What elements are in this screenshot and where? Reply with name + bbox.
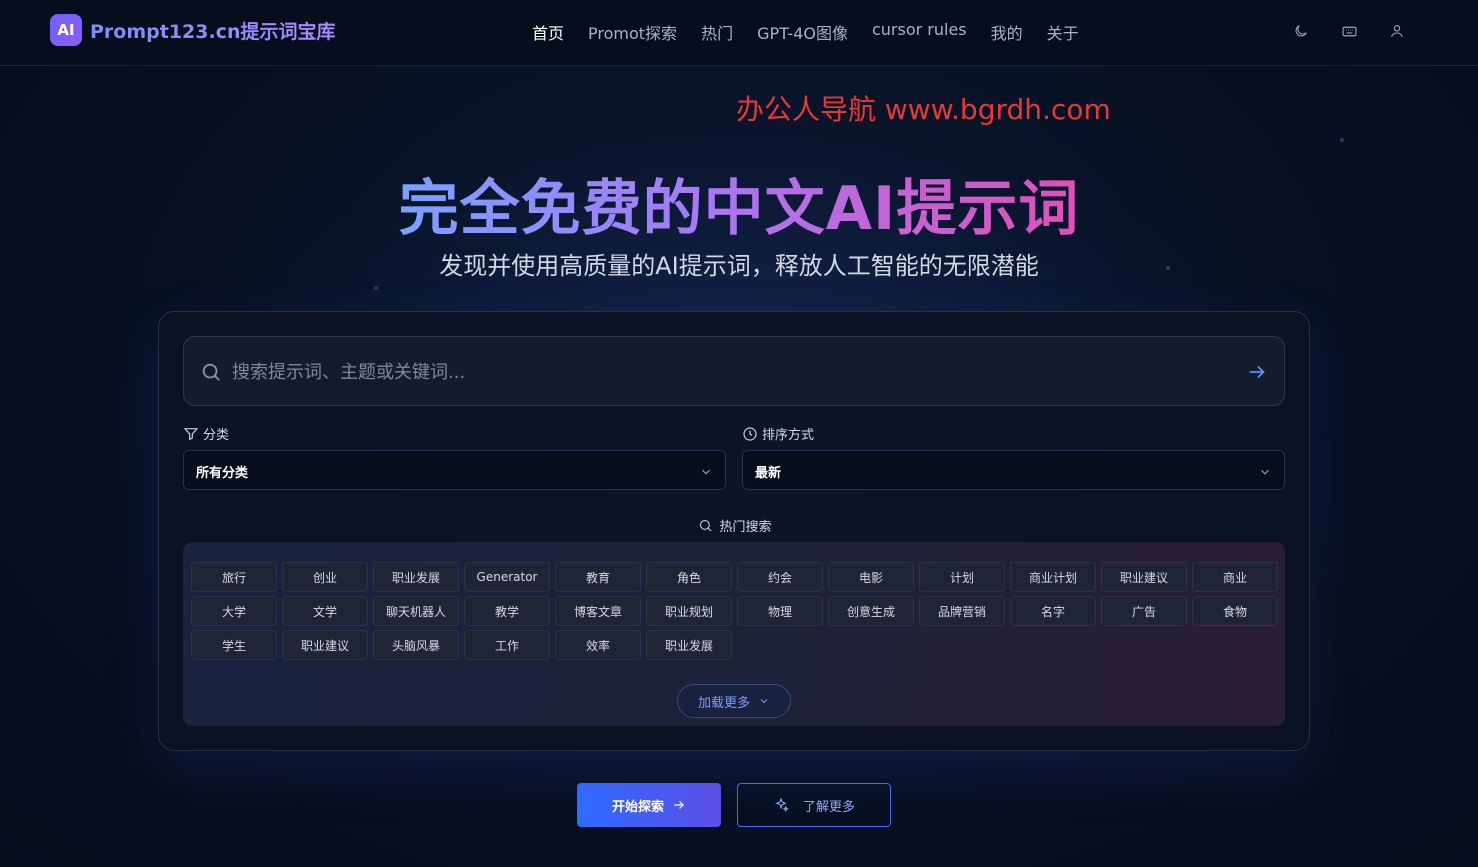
hot-tag[interactable]: 广告 (1101, 596, 1187, 626)
clock-icon (743, 426, 757, 441)
learn-more-label: 了解更多 (802, 799, 855, 815)
hot-tag[interactable]: 商业 (1192, 562, 1278, 592)
search-icon (700, 519, 713, 532)
category-label-text: 分类 (203, 428, 230, 443)
watermark-text: 办公人导航 www.bgrdh.com (736, 93, 1111, 126)
nav-home[interactable]: 首页 (532, 20, 564, 44)
hot-tag[interactable]: 计划 (919, 562, 1005, 592)
search-input[interactable] (232, 357, 1212, 387)
hot-tag[interactable]: 大学 (191, 596, 277, 626)
background-dot (374, 286, 378, 290)
nav-explore[interactable]: Promot探索 (588, 20, 677, 44)
hot-tag[interactable]: 职业建议 (282, 630, 368, 660)
hot-tag[interactable]: 食物 (1192, 596, 1278, 626)
background-dot (1340, 138, 1344, 142)
sparkles-icon (775, 797, 789, 813)
site-logo[interactable]: AI Prompt123.cn提示词宝库 (50, 14, 336, 46)
hot-tag[interactable]: 创意生成 (828, 596, 914, 626)
hot-tag[interactable]: 职业规划 (646, 596, 732, 626)
load-more-label: 加载更多 (697, 695, 750, 711)
hot-tag[interactable]: 物理 (737, 596, 823, 626)
hot-tag[interactable]: 名字 (1010, 596, 1096, 626)
start-explore-label: 开始探索 (611, 799, 664, 815)
hot-search-title: 热门搜索 (159, 516, 1311, 535)
search-icon (200, 361, 222, 387)
hot-tag[interactable]: 职业发展 (646, 630, 732, 660)
hot-tag[interactable]: 学生 (191, 630, 277, 660)
hot-tag[interactable]: 商业计划 (1010, 562, 1096, 592)
hot-tag[interactable]: 工作 (464, 630, 550, 660)
hot-tag[interactable]: 角色 (646, 562, 732, 592)
user-icon[interactable] (1386, 20, 1408, 42)
hero-title-text: 完全免费的中文AI提示词 (398, 174, 1080, 244)
category-filter-label: 分类 (183, 424, 229, 443)
sort-select[interactable]: 最新 (742, 450, 1285, 490)
sort-select-value: 最新 (755, 466, 782, 481)
nav-gpt4o-image[interactable]: GPT-4O图像 (757, 20, 848, 44)
hot-tag[interactable]: 博客文章 (555, 596, 641, 626)
category-select[interactable]: 所有分类 (183, 450, 726, 490)
hero-subtitle: 发现并使用高质量的AI提示词，释放人工智能的无限潜能 (439, 252, 1039, 280)
filter-icon (183, 427, 199, 440)
hot-tag[interactable]: 聊天机器人 (373, 596, 459, 626)
chevron-down-icon (699, 464, 713, 483)
hot-tag[interactable]: 旅行 (191, 562, 277, 592)
logo-badge: AI (50, 14, 82, 46)
hot-tag[interactable]: 电影 (828, 562, 914, 592)
start-explore-button[interactable]: 开始探索 (577, 783, 721, 827)
header-actions (1290, 20, 1434, 42)
nav-about[interactable]: 关于 (1047, 20, 1079, 44)
load-more-button[interactable]: 加载更多 (677, 684, 791, 718)
sort-label-text: 排序方式 (762, 428, 815, 443)
hot-tag[interactable]: 头脑风暴 (373, 630, 459, 660)
nav-mine[interactable]: 我的 (991, 20, 1023, 44)
hot-tag[interactable]: 创业 (282, 562, 368, 592)
hot-tag[interactable]: 职业建议 (1101, 562, 1187, 592)
top-navbar: AI Prompt123.cn提示词宝库 首页 Promot探索 热门 GPT-… (0, 0, 1478, 66)
hot-tag[interactable]: 品牌营销 (919, 596, 1005, 626)
arrow-right-icon (674, 801, 684, 809)
main-nav: 首页 Promot探索 热门 GPT-4O图像 cursor rules 我的 … (532, 20, 1103, 44)
category-select-value: 所有分类 (196, 466, 249, 481)
hot-tag[interactable]: 教育 (555, 562, 641, 592)
sort-filter-label: 排序方式 (742, 424, 814, 443)
hot-tags-container: 旅行 创业 职业发展 Generator 教育 角色 约会 电影 计划 商业计划 职业建议 商业 大学文… (183, 542, 1285, 726)
chevron-down-icon (760, 699, 768, 704)
chevron-down-icon (1258, 464, 1272, 483)
hot-tag[interactable]: 教学 (464, 596, 550, 626)
hero-title: 完全免费的中文AI提示词 (0, 160, 1478, 247)
search-box (183, 336, 1285, 406)
nav-hot[interactable]: 热门 (701, 20, 733, 44)
hot-tag[interactable]: 效率 (555, 630, 641, 660)
hot-tag[interactable]: 职业发展 (373, 562, 459, 592)
hot-tag[interactable]: 约会 (737, 562, 823, 592)
search-submit-arrow-icon[interactable] (1246, 361, 1268, 387)
keyboard-icon[interactable] (1338, 20, 1360, 42)
logo-text: Prompt123.cn提示词宝库 (90, 17, 336, 44)
search-panel: 分类 排序方式 所有分类 最新 热门搜索 旅行创业职业发展Generator教育… (158, 311, 1310, 751)
moon-icon[interactable] (1290, 20, 1312, 42)
learn-more-button[interactable]: 了解更多 (737, 783, 891, 827)
hot-tag[interactable]: Generator (464, 562, 550, 592)
hot-search-title-text: 热门搜索 (719, 520, 772, 535)
hot-tag[interactable]: 文学 (282, 596, 368, 626)
nav-cursor-rules[interactable]: cursor rules (872, 20, 967, 44)
